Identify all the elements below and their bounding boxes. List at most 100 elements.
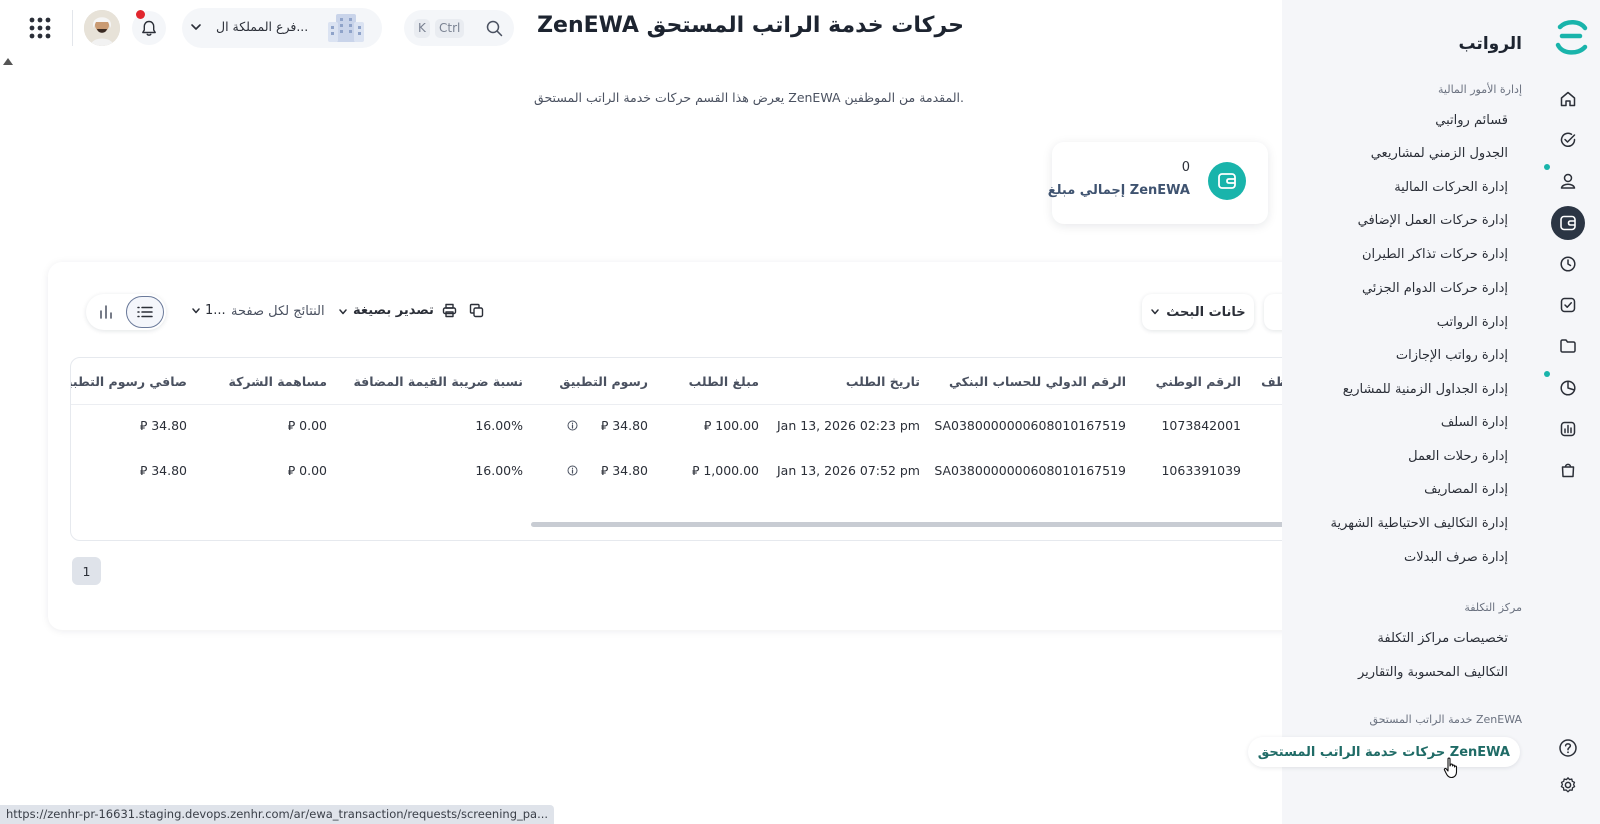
checkbox-icon [1560, 297, 1576, 313]
copy-icon[interactable] [469, 303, 484, 318]
rail-reports[interactable] [1551, 412, 1585, 446]
sidebar-item-leave-salaries[interactable]: إدارة رواتب الإجازات [1396, 348, 1508, 363]
folder-icon [1560, 339, 1576, 353]
rail-analytics[interactable] [1551, 371, 1585, 405]
shortcut-key-ctrl: Ctrl [435, 19, 465, 38]
building-icon [328, 14, 364, 42]
rail-home[interactable] [1551, 82, 1585, 116]
rail-attendance[interactable] [1551, 247, 1585, 281]
per-page-select[interactable]: 1... [205, 303, 226, 318]
notification-badge [136, 10, 145, 19]
sidebar: الرواتب إدارة الأمور المالية قسائم رواتب… [1247, 0, 1600, 824]
horizontal-scrollbar[interactable] [531, 522, 1299, 527]
bell-icon [142, 20, 156, 36]
cell-iban: SA0380000000608010167519 [934, 463, 1126, 478]
print-icon[interactable] [442, 303, 457, 318]
sidebar-item-my-project-timesheets[interactable]: الجدول الزمني لمشاريعي [1371, 146, 1508, 161]
rail-indicator-dot [1544, 371, 1550, 377]
search-fields-chevron-icon [1151, 309, 1160, 315]
sidebar-item-project-timesheets[interactable]: إدارة الجداول الزمنية للمشاريع [1343, 382, 1508, 397]
sidebar-item-air-tickets[interactable]: إدارة حركات تذاكر الطيران [1362, 247, 1508, 262]
hand-cursor-icon [1443, 757, 1458, 779]
column-header-vat-rate: نسبة ضريبة القيمة المضافة [353, 374, 523, 389]
search-fields-label: خانات البحث [1166, 304, 1246, 320]
sidebar-section-zenewa: خدمة الراتب المستحق ZenEWA [1369, 713, 1522, 726]
cell-request-date: Jan 13, 2026 02:23 pm [777, 418, 920, 433]
cell-request-amount: ⃁ 1,000.00 [691, 463, 759, 478]
fee-info-icon[interactable] [567, 420, 578, 431]
column-header-app-fee: رسوم التطبيق [559, 374, 648, 389]
sidebar-item-cost-center-allocations[interactable]: تخصيصات مراكز التكلفة [1377, 631, 1508, 646]
user-avatar[interactable] [84, 10, 120, 46]
scroll-up-arrow-icon[interactable] [3, 58, 13, 65]
cell-vat-rate: 16.00% [475, 463, 523, 478]
column-header-request-date: تاريخ الطلب [845, 374, 920, 389]
export-format-button[interactable]: تصدير بصيغة [353, 303, 434, 318]
sidebar-item-zenewa-transactions[interactable]: حركات خدمة الراتب المستحق ZenEWA [1247, 737, 1520, 767]
cell-request-amount: ⃁ 100.00 [703, 418, 759, 433]
rail-store[interactable] [1551, 453, 1585, 487]
sidebar-item-expenses[interactable]: إدارة المصاريف [1424, 482, 1508, 497]
list-view-button[interactable] [126, 296, 164, 328]
rail-tasks[interactable] [1551, 288, 1585, 322]
fee-info-icon[interactable] [567, 465, 578, 476]
total-zenewa-label: إجمالي مبلغ ZenEWA [1047, 183, 1190, 198]
branch-label: فرع المملكة ال... [216, 19, 309, 34]
cell-app-fee: ⃁ 34.80 [600, 463, 648, 478]
main-content: فرع المملكة ال... K Ctrl ZenEWA حركات خد… [0, 0, 1308, 824]
search-icon [486, 20, 503, 37]
user-icon [1560, 173, 1576, 189]
rail-settings[interactable] [1551, 768, 1585, 802]
sidebar-section-cost-center: مركز التكلفة [1464, 601, 1522, 614]
report-icon [1560, 421, 1576, 437]
header-divider [71, 404, 1299, 405]
sidebar-item-financial-transactions[interactable]: إدارة الحركات المالية [1394, 180, 1508, 195]
rail-help[interactable] [1551, 731, 1585, 765]
status-bar-url: https://zenhr-pr-16631.staging.devops.ze… [0, 805, 555, 824]
page-description: يعرض هذا القسم حركات خدمة الراتب المستحق… [534, 90, 964, 105]
cell-iban: SA0380000000608010167519 [934, 418, 1126, 433]
rail-approvals[interactable] [1551, 123, 1585, 157]
cell-national-id: 1073842001 [1161, 418, 1241, 433]
zenhr-logo-icon[interactable] [1552, 18, 1590, 56]
sidebar-item-business-trips[interactable]: إدارة رحلات العمل [1408, 449, 1508, 464]
sidebar-section-finance: إدارة الأمور المالية [1438, 83, 1522, 96]
per-page-chevron-icon[interactable] [191, 306, 201, 316]
help-icon [1559, 739, 1577, 757]
rail-documents[interactable] [1551, 329, 1585, 363]
export-chevron-icon [339, 309, 347, 315]
list-icon [137, 306, 153, 318]
rail-employees[interactable] [1551, 164, 1585, 198]
total-zenewa-value: 0 [1181, 160, 1190, 175]
sidebar-item-calculated-costs-reports[interactable]: التكاليف المحسوبة والتقارير [1358, 665, 1508, 680]
wallet-icon [1208, 162, 1246, 200]
sidebar-item-my-payslips[interactable]: قسائم رواتبي [1435, 113, 1508, 128]
column-header-national-id: الرقم الوطني [1155, 374, 1241, 389]
column-header-net-app-fee: صافي رسوم التطبيق [71, 374, 187, 389]
page-title: ZenEWA حركات خدمة الراتب المستحق [537, 13, 964, 38]
sidebar-item-allowance-disbursement[interactable]: إدارة صرف البدلات [1404, 550, 1508, 565]
chevron-down-icon [191, 24, 201, 30]
column-header-request-amount: مبلغ الطلب [688, 374, 759, 389]
column-header-iban: الرقم الدولي للحساب البنكي [949, 374, 1126, 389]
column-header-company-contribution: مساهمة الشركة [228, 374, 327, 389]
chart-view-button[interactable] [94, 302, 118, 322]
search-fields-button[interactable]: خانات البحث [1142, 294, 1254, 330]
wallet-icon [1560, 215, 1576, 231]
apps-grid-icon [29, 17, 51, 39]
sidebar-item-overtime[interactable]: إدارة حركات العمل الإضافي [1358, 213, 1508, 228]
transactions-table: الموظف الرقم الوطني الرقم الدولي للحساب … [70, 357, 1300, 541]
cell-request-date: Jan 13, 2026 07:52 pm [777, 463, 920, 478]
sidebar-item-advances[interactable]: إدارة السلف [1441, 415, 1508, 430]
cell-net-app-fee: ⃁ 34.80 [139, 463, 187, 478]
pagination-page-1[interactable]: 1 [72, 557, 101, 585]
gear-icon [1560, 777, 1576, 793]
sidebar-item-monthly-provisions[interactable]: إدارة التكاليف الاحتياطية الشهرية [1330, 516, 1508, 531]
apps-grid-button[interactable] [24, 12, 56, 44]
sidebar-title: الرواتب [1458, 34, 1522, 54]
total-zenewa-card: 0 إجمالي مبلغ ZenEWA [1048, 142, 1268, 224]
sidebar-item-part-time[interactable]: إدارة حركات الدوام الجزئي [1362, 281, 1508, 296]
rail-payroll[interactable] [1551, 206, 1585, 240]
sidebar-item-payroll[interactable]: إدارة الرواتب [1437, 315, 1508, 330]
per-page-label: النتائج لكل صفحة [231, 304, 325, 319]
